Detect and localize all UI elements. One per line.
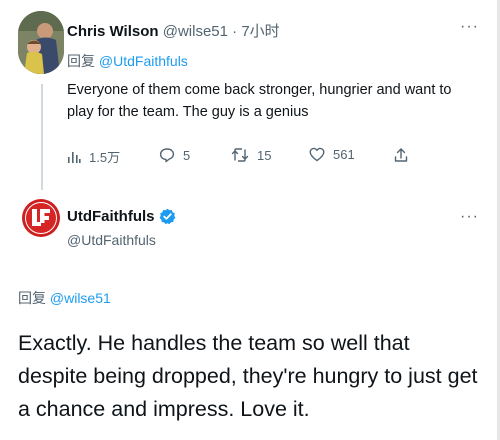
uf-logo-mark (32, 209, 50, 226)
thread-connector-line (41, 84, 43, 190)
views-count: 1.5万 (89, 150, 121, 165)
retweet-count: 15 (257, 147, 272, 163)
verified-badge-icon (159, 208, 175, 225)
replying-to: 回复 @wilse51 (18, 288, 111, 308)
author-handle[interactable]: @UtdFaithfuls (67, 232, 156, 248)
reply-icon (159, 148, 175, 163)
tweet-text: Everyone of them come back stronger, hun… (67, 82, 452, 120)
author-name[interactable]: Chris Wilson (67, 23, 159, 40)
replying-to: 回复 @UtdFaithfuls (67, 51, 188, 71)
retweet-action[interactable]: 15 (231, 147, 271, 163)
tweet-time[interactable]: 7小时 (241, 23, 279, 40)
reply-prefix: 回复 (67, 53, 95, 69)
more-options-button[interactable]: ··· (460, 18, 479, 36)
tweet-header: Chris Wilson @wilse51 · 7小时 (67, 20, 280, 41)
reply-count: 5 (183, 147, 191, 163)
uf-logo-icon (25, 202, 57, 234)
parent-tweet[interactable]: Chris Wilson @wilse51 · 7小时 ··· 回复 @UtdF… (0, 0, 497, 190)
tweet-text: Exactly. He handles the team so well tha… (18, 331, 478, 421)
meta-separator: · (232, 23, 238, 40)
reply-mention-link[interactable]: @wilse51 (50, 290, 111, 306)
avatar[interactable] (22, 199, 60, 237)
reply-mention-link[interactable]: @UtdFaithfuls (99, 53, 188, 69)
avatar[interactable] (18, 11, 64, 74)
share-icon (394, 148, 408, 162)
views-action[interactable]: 1.5万 (67, 147, 120, 166)
like-count: 561 (333, 147, 355, 162)
like-action[interactable]: 561 (309, 147, 355, 162)
reply-prefix: 回复 (18, 290, 46, 306)
share-action[interactable] (394, 147, 408, 163)
author-name-row: UtdFaithfuls (67, 208, 176, 225)
avatar-photo-icon (18, 11, 64, 74)
more-options-button[interactable]: ··· (460, 208, 479, 226)
reply-action[interactable]: 5 (159, 147, 190, 163)
retweet-icon (231, 148, 249, 162)
heart-icon (309, 147, 325, 162)
author-handle[interactable]: @wilse51 (163, 23, 228, 40)
author-name[interactable]: UtdFaithfuls (67, 208, 155, 225)
views-icon (68, 151, 81, 163)
